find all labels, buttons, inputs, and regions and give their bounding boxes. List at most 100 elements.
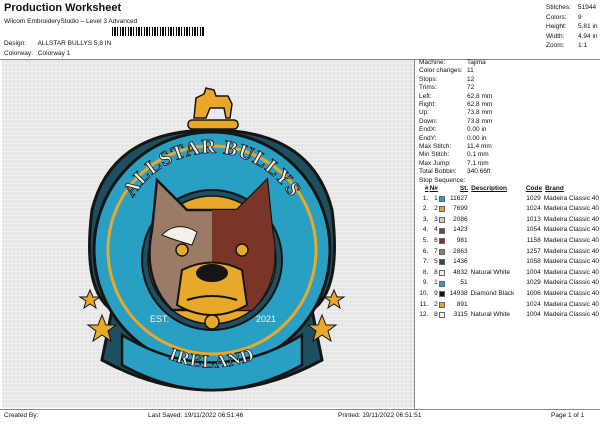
table-row: 6. 7 2863 1257 Madeira Classic 40 <box>419 246 599 257</box>
colorway-value: Colorway 1 <box>37 50 71 57</box>
cell-desc: Natural White <box>470 311 510 319</box>
color-swatch <box>439 206 446 213</box>
cell-num: 9. <box>422 279 429 287</box>
cell-code: 1004 <box>526 311 541 319</box>
info-row: Total Bobbin: 340.66ft <box>419 168 491 176</box>
cell-st: 981 <box>456 236 468 244</box>
cell-n: 3 <box>434 215 438 223</box>
color-swatch <box>439 195 446 202</box>
color-swatch <box>439 312 446 319</box>
color-swatch <box>439 291 446 298</box>
cell-code: 1029 <box>526 279 541 287</box>
info-row: Up: 73.8 mm <box>419 109 493 117</box>
cell-num: 8. <box>422 268 429 276</box>
table-row: 4. 4 1423 1054 Madeira Classic 40 <box>419 225 599 236</box>
info-row: Min Stitch: 0.1 mm <box>419 151 489 159</box>
info-row: Max Stitch: 11.4 mm <box>419 143 492 151</box>
color-swatch-cell <box>438 206 447 213</box>
cell-st: 1423 <box>453 226 468 234</box>
stop-sequence-title: Stop Sequence: <box>419 176 466 184</box>
color-swatch-cell <box>438 216 447 223</box>
cell-st: 4832 <box>453 268 468 276</box>
info-row: Color changes: 11 <box>419 67 474 75</box>
color-swatch-cell <box>438 227 447 234</box>
last-saved: Last Saved: 19/11/2022 06:51:46 <box>148 412 244 419</box>
cell-n: 4 <box>434 226 438 234</box>
cell-brand: Madeira Classic 40 <box>543 205 599 213</box>
page-number: Page 1 of 1 <box>551 412 585 419</box>
color-swatch-cell <box>438 259 447 266</box>
cell-brand: Madeira Classic 40 <box>543 258 599 266</box>
cell-num: 12. <box>419 311 429 319</box>
design-label: Design: <box>4 40 27 47</box>
stop-sequence-list: 1. 1 11627 1029 Madeira Classic 40 2. 2 7699 102… <box>419 194 599 321</box>
cell-code: 1013 <box>526 215 541 223</box>
cell-brand: Madeira Classic 40 <box>543 268 599 276</box>
table-row: 7. 5 1436 1058 Madeira Classic 40 <box>419 257 599 268</box>
cell-num: 2. <box>422 205 429 213</box>
colorway-row: Colorway: Colorway 1 <box>4 50 70 57</box>
info-row: Stops: 12 <box>419 75 475 83</box>
cell-st: 7699 <box>453 205 468 213</box>
created-by: Created By: <box>4 412 39 419</box>
color-swatch-cell <box>438 269 447 276</box>
est-label: EST. <box>150 314 169 324</box>
cell-desc: Diamond Black <box>470 289 515 297</box>
cell-n: 5 <box>434 258 438 266</box>
colorway-label: Colorway: <box>4 50 33 57</box>
cell-num: 6. <box>422 247 429 255</box>
info-row: Left: 62.8 mm <box>419 92 493 100</box>
summary-row: Height: 5.81 in <box>546 23 598 30</box>
color-swatch <box>439 259 446 266</box>
color-swatch <box>439 269 446 276</box>
color-swatch-cell <box>438 238 447 245</box>
cell-st: 51 <box>460 279 468 287</box>
cell-desc: Natural White <box>470 268 510 276</box>
cell-brand: Madeira Classic 40 <box>543 300 599 308</box>
cell-num: 4. <box>422 226 429 234</box>
cell-code: 1024 <box>526 300 541 308</box>
stop-sequence-header: # N# St. Description Code Brand <box>424 185 564 193</box>
design-value: ALLSTAR BULLYS 5,8 IN <box>37 40 112 47</box>
cell-num: 11. <box>419 300 429 308</box>
cell-brand: Madeira Classic 40 <box>543 215 599 223</box>
machine-info-panel: Machine: Tajima Color changes: 11 Stops: 12… <box>419 59 599 321</box>
cell-brand: Madeira Classic 40 <box>543 289 599 297</box>
cell-n: 7 <box>434 247 438 255</box>
cell-code: 1024 <box>526 205 541 213</box>
footer-divider <box>0 409 600 410</box>
design-row: Design: ALLSTAR BULLYS 5,8 IN <box>4 40 111 47</box>
info-row: EndY: 0.00 in <box>419 134 487 142</box>
summary-row: Zoom: 1:1 <box>546 42 588 49</box>
cell-n: 9 <box>434 289 438 297</box>
barcode <box>112 27 204 36</box>
cell-n: 1 <box>434 279 438 287</box>
cell-brand: Madeira Classic 40 <box>543 279 599 287</box>
cell-code: 1004 <box>526 268 541 276</box>
table-row: 12. 8 3115 Natural White 1004 Madeira Classic… <box>419 310 599 321</box>
color-swatch-cell <box>438 248 447 255</box>
cell-st: 2863 <box>453 247 468 255</box>
color-swatch <box>439 248 446 255</box>
cell-n: 2 <box>434 300 438 308</box>
color-swatch <box>439 280 446 287</box>
color-swatch-cell <box>438 301 447 308</box>
embroidery-design: ALLSTAR BULLYS IRELAND EST. 2021 <box>78 87 346 392</box>
cell-code: 1029 <box>526 194 541 202</box>
cell-brand: Madeira Classic 40 <box>543 236 599 244</box>
info-row: Trims: 72 <box>419 84 475 92</box>
cell-n: 8 <box>434 268 438 276</box>
info-row: EndX: 0.00 in <box>419 126 487 134</box>
cell-num: 7. <box>422 258 429 266</box>
page-title: Production Worksheet <box>4 2 122 14</box>
dog-figurine-icon <box>187 87 239 130</box>
color-swatch-cell <box>438 312 447 319</box>
cell-st: 2086 <box>453 215 468 223</box>
summary-row: Colors: 9 <box>546 13 582 21</box>
table-row: 3. 3 2086 1013 Madeira Classic 40 <box>419 215 599 226</box>
color-swatch-cell <box>438 195 447 202</box>
panel-divider <box>414 59 415 409</box>
cell-brand: Madeira Classic 40 <box>543 226 599 234</box>
info-row: Right: 62.8 mm <box>419 101 493 109</box>
cell-code: 1257 <box>526 247 541 255</box>
